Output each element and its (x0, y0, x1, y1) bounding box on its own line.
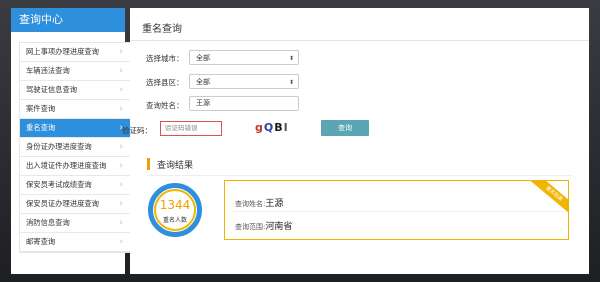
captcha-char: I (283, 121, 289, 134)
sidebar-item-label: 网上事项办理进度查询 (26, 47, 99, 56)
sidebar-item-security-cert[interactable]: 保安员证办理进度查询 › (20, 195, 130, 214)
sidebar-item-vehicle-violation[interactable]: 车辆违法查询 › (20, 62, 130, 81)
captcha-char: Q (263, 121, 275, 134)
chevron-right-icon: › (119, 47, 123, 57)
select-arrows-icon: ⬍ (288, 55, 294, 62)
sidebar-item-label: 车辆违法查询 (26, 66, 70, 75)
sidebar-item-label: 重名查询 (26, 123, 56, 132)
sidebar-item-progress[interactable]: 网上事项办理进度查询 › (20, 43, 130, 62)
county-select[interactable]: 全部 ⬍ (189, 74, 299, 89)
result-divider (147, 175, 572, 176)
sidebar-item-security-exam[interactable]: 保安员考试成绩查询 › (20, 176, 130, 195)
chevron-right-icon: › (119, 199, 123, 209)
county-select-value: 全部 (196, 78, 210, 86)
captcha-char: g (255, 121, 264, 134)
name-input[interactable]: 王源 (189, 96, 299, 111)
sidebar-item-license[interactable]: 驾驶证信息查询 › (20, 81, 130, 100)
main-panel: 重名查询 选择城市： 全部 ⬍ 选择县区： 全部 ⬍ 查询姓名： 王源 验证码： 验… (122, 8, 589, 274)
result-range-value: 河南省 (265, 222, 293, 232)
result-name-row: 查询姓名:王源 (235, 196, 283, 209)
chevron-right-icon: › (119, 180, 123, 190)
query-button[interactable]: 查询 (321, 120, 369, 136)
city-select[interactable]: 全部 ⬍ (189, 50, 299, 65)
duplicate-count-label: 重名人数 (162, 217, 187, 224)
chevron-right-icon: › (119, 218, 123, 228)
sidebar-item-label: 消防信息查询 (26, 218, 70, 227)
captcha-char: B (274, 121, 284, 134)
card-divider (231, 211, 564, 212)
name-label: 查询姓名： (146, 101, 184, 110)
sidebar-menu: 网上事项办理进度查询 › 车辆违法查询 › 驾驶证信息查询 › 案件查询 › 重名查询 ›… (19, 42, 131, 253)
result-card: 查询姓名:王源 查询范围:河南省 重名结果 (224, 180, 569, 240)
sidebar-item-label: 邮寄查询 (26, 237, 56, 246)
result-accent-bar (147, 158, 150, 170)
result-range-row: 查询范围:河南省 (235, 219, 292, 232)
watermark: 知乎 @姓名图谱 (458, 250, 546, 264)
chevron-right-icon: › (119, 85, 123, 95)
result-range-label: 查询范围: (235, 223, 266, 231)
sidebar-item-id-card[interactable]: 身份证办理进度查询 › (20, 138, 130, 157)
chevron-right-icon: › (119, 66, 123, 76)
sidebar-item-mail[interactable]: 邮寄查询 › (20, 233, 130, 252)
sidebar-item-exit-entry[interactable]: 出入境证件办理进度查询 › (20, 157, 130, 176)
captcha-label: 验证码： (122, 126, 152, 135)
chevron-right-icon: › (119, 142, 123, 152)
chevron-right-icon: › (119, 104, 123, 114)
title-divider (130, 40, 589, 41)
duplicate-count: 1344 (159, 198, 191, 212)
sidebar-item-label: 身份证办理进度查询 (26, 142, 92, 151)
sidebar-item-label: 出入境证件办理进度查询 (26, 161, 107, 170)
result-name-value: 王源 (265, 199, 284, 209)
city-select-value: 全部 (196, 54, 210, 62)
sidebar: 查询中心 网上事项办理进度查询 › 车辆违法查询 › 驾驶证信息查询 › 案件查询 › … (11, 8, 131, 274)
captcha-image[interactable]: gQBI (255, 120, 297, 136)
chevron-right-icon: › (119, 161, 123, 171)
page-title: 重名查询 (142, 24, 182, 35)
sidebar-item-label: 保安员考试成绩查询 (26, 180, 92, 189)
result-title: 查询结果 (157, 161, 194, 171)
select-arrows-icon: ⬍ (288, 79, 294, 86)
sidebar-item-label: 驾驶证信息查询 (26, 85, 78, 94)
sidebar-item-label: 保安员证办理进度查询 (26, 199, 99, 208)
sidebar-title: 查询中心 (11, 8, 125, 32)
county-label: 选择县区： (146, 78, 184, 87)
sidebar-item-duplicate-name[interactable]: 重名查询 › (20, 119, 130, 138)
sidebar-item-fire[interactable]: 消防信息查询 › (20, 214, 130, 233)
result-name-label: 查询姓名: (235, 200, 266, 208)
sidebar-item-case[interactable]: 案件查询 › (20, 100, 130, 119)
city-label: 选择城市： (146, 54, 184, 63)
chevron-right-icon: › (119, 237, 123, 247)
captcha-input[interactable]: 验证码错误 (160, 121, 222, 136)
sidebar-item-label: 案件查询 (26, 104, 56, 113)
